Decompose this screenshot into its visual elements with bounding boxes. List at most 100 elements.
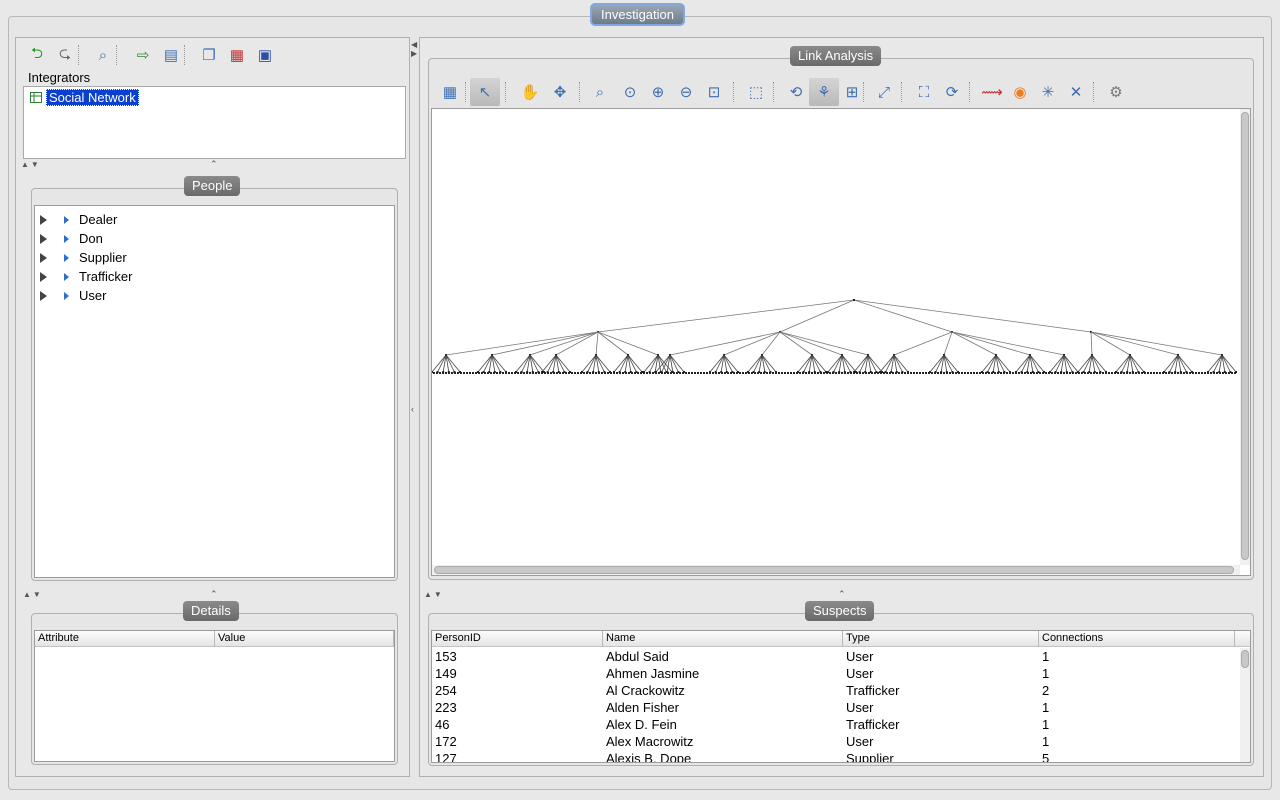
graph-node[interactable] bbox=[432, 371, 433, 373]
graph-node[interactable] bbox=[913, 372, 915, 374]
graph-node[interactable] bbox=[868, 372, 870, 374]
graph-node[interactable] bbox=[625, 372, 627, 374]
graph-node[interactable] bbox=[859, 372, 861, 374]
graph-node[interactable] bbox=[496, 372, 498, 374]
graph-node[interactable] bbox=[478, 372, 480, 374]
graph-node[interactable] bbox=[991, 372, 993, 374]
expand-nodes-button[interactable]: ⛶ bbox=[913, 81, 935, 103]
tree-node-user[interactable]: User bbox=[39, 286, 106, 305]
graph-node[interactable] bbox=[481, 372, 483, 374]
graph-node[interactable] bbox=[721, 372, 723, 374]
graph-node[interactable] bbox=[739, 372, 741, 374]
graph-node[interactable] bbox=[811, 372, 813, 374]
graph-node[interactable] bbox=[733, 372, 735, 374]
graph-node[interactable] bbox=[457, 372, 459, 374]
splitter-caret-icon[interactable]: ⌃ bbox=[210, 589, 218, 600]
expand-arrow-icon[interactable] bbox=[39, 290, 49, 301]
graph-node[interactable] bbox=[817, 372, 819, 374]
graph-node[interactable] bbox=[976, 372, 978, 374]
graph-node[interactable] bbox=[802, 372, 804, 374]
move-button[interactable]: ✥ bbox=[549, 81, 571, 103]
graph-node[interactable] bbox=[562, 372, 564, 374]
expand-arrow-icon[interactable] bbox=[39, 252, 49, 263]
graph-node[interactable] bbox=[925, 372, 927, 374]
splitter-caret-icon[interactable]: ‹ bbox=[411, 404, 414, 414]
graph-node[interactable] bbox=[775, 372, 777, 374]
graph-node[interactable] bbox=[748, 372, 750, 374]
graph-node[interactable] bbox=[910, 372, 912, 374]
graph-node[interactable] bbox=[808, 372, 810, 374]
graph-node[interactable] bbox=[1228, 372, 1230, 374]
integrator-item-social-network[interactable]: Social Network bbox=[30, 88, 139, 106]
splitter-arrows-icon[interactable]: ▲▼ bbox=[21, 160, 41, 169]
graph-node[interactable] bbox=[574, 372, 576, 374]
graph-node[interactable] bbox=[829, 372, 831, 374]
redo-button[interactable]: ⮎ bbox=[54, 44, 76, 66]
splitter-caret-icon[interactable]: ⌃ bbox=[838, 589, 846, 600]
graph-node[interactable] bbox=[583, 372, 585, 374]
graph-node[interactable] bbox=[1225, 372, 1227, 374]
graph-node[interactable] bbox=[1108, 372, 1110, 374]
table-row[interactable]: 172 Alex Macrowitz User 1 bbox=[432, 733, 1237, 750]
graph-node[interactable] bbox=[601, 372, 603, 374]
graph-node[interactable] bbox=[1192, 372, 1194, 374]
graph-node[interactable] bbox=[940, 372, 942, 374]
graph-node[interactable] bbox=[865, 372, 867, 374]
graph-node[interactable] bbox=[658, 372, 660, 374]
graph-node[interactable] bbox=[1060, 372, 1062, 374]
graph-node[interactable] bbox=[781, 372, 783, 374]
collapse-nodes-button[interactable]: ⟳ bbox=[941, 81, 963, 103]
graph-node[interactable] bbox=[1072, 372, 1074, 374]
graph-node[interactable] bbox=[1174, 372, 1176, 374]
graph-node[interactable] bbox=[961, 372, 963, 374]
graph-node[interactable] bbox=[934, 372, 936, 374]
graph-node[interactable] bbox=[1024, 372, 1026, 374]
graph-node[interactable] bbox=[628, 372, 630, 374]
graph-node[interactable] bbox=[895, 372, 897, 374]
graph-node[interactable] bbox=[592, 372, 594, 374]
zoom-in-button[interactable]: ⊕ bbox=[647, 81, 669, 103]
graph-node[interactable] bbox=[847, 372, 849, 374]
graph-node[interactable] bbox=[1003, 372, 1005, 374]
graph-node[interactable] bbox=[901, 372, 903, 374]
graph-node[interactable] bbox=[1222, 372, 1224, 374]
graph-node[interactable] bbox=[706, 372, 708, 374]
graph-node[interactable] bbox=[538, 372, 540, 374]
graph-node[interactable] bbox=[904, 372, 906, 374]
graph-node[interactable] bbox=[814, 372, 816, 374]
graph-node[interactable] bbox=[1093, 372, 1095, 374]
graph-node[interactable] bbox=[1099, 372, 1101, 374]
graph-node[interactable] bbox=[1162, 372, 1164, 374]
graph-node[interactable] bbox=[997, 372, 999, 374]
graph-node[interactable] bbox=[1147, 372, 1149, 374]
zoom-out-button[interactable]: ⊖ bbox=[675, 81, 697, 103]
graph-node[interactable] bbox=[994, 372, 996, 374]
graph-node[interactable] bbox=[916, 372, 918, 374]
graph-node[interactable] bbox=[1048, 372, 1050, 374]
graph-node[interactable] bbox=[559, 372, 561, 374]
grid-layout-button[interactable]: ⊞ bbox=[841, 81, 863, 103]
graph-node[interactable] bbox=[907, 372, 909, 374]
column-header-connections[interactable]: Connections bbox=[1039, 631, 1235, 647]
graph-node[interactable] bbox=[724, 372, 726, 374]
graph-node[interactable] bbox=[958, 372, 960, 374]
graph-node[interactable] bbox=[1120, 372, 1122, 374]
graph-node[interactable] bbox=[727, 372, 729, 374]
graph-node[interactable] bbox=[487, 372, 489, 374]
graph-node[interactable] bbox=[619, 372, 621, 374]
graph-node[interactable] bbox=[1180, 372, 1182, 374]
graph-node[interactable] bbox=[1030, 372, 1032, 374]
suspects-vertical-scrollbar[interactable] bbox=[1240, 648, 1250, 762]
graph-node[interactable] bbox=[589, 372, 591, 374]
graph-node[interactable] bbox=[694, 372, 696, 374]
graph-node[interactable] bbox=[1150, 372, 1152, 374]
undo-button[interactable]: ⮌ bbox=[26, 44, 48, 66]
graph-node[interactable] bbox=[1114, 372, 1116, 374]
graph-node[interactable] bbox=[703, 372, 705, 374]
graph-node[interactable] bbox=[499, 372, 501, 374]
graph-node[interactable] bbox=[1183, 372, 1185, 374]
graph-node[interactable] bbox=[511, 372, 513, 374]
copy-button[interactable]: ❐ bbox=[198, 44, 220, 66]
table-row[interactable]: 149 Ahmen Jasmine User 1 bbox=[432, 665, 1237, 682]
graph-node[interactable] bbox=[514, 372, 516, 374]
